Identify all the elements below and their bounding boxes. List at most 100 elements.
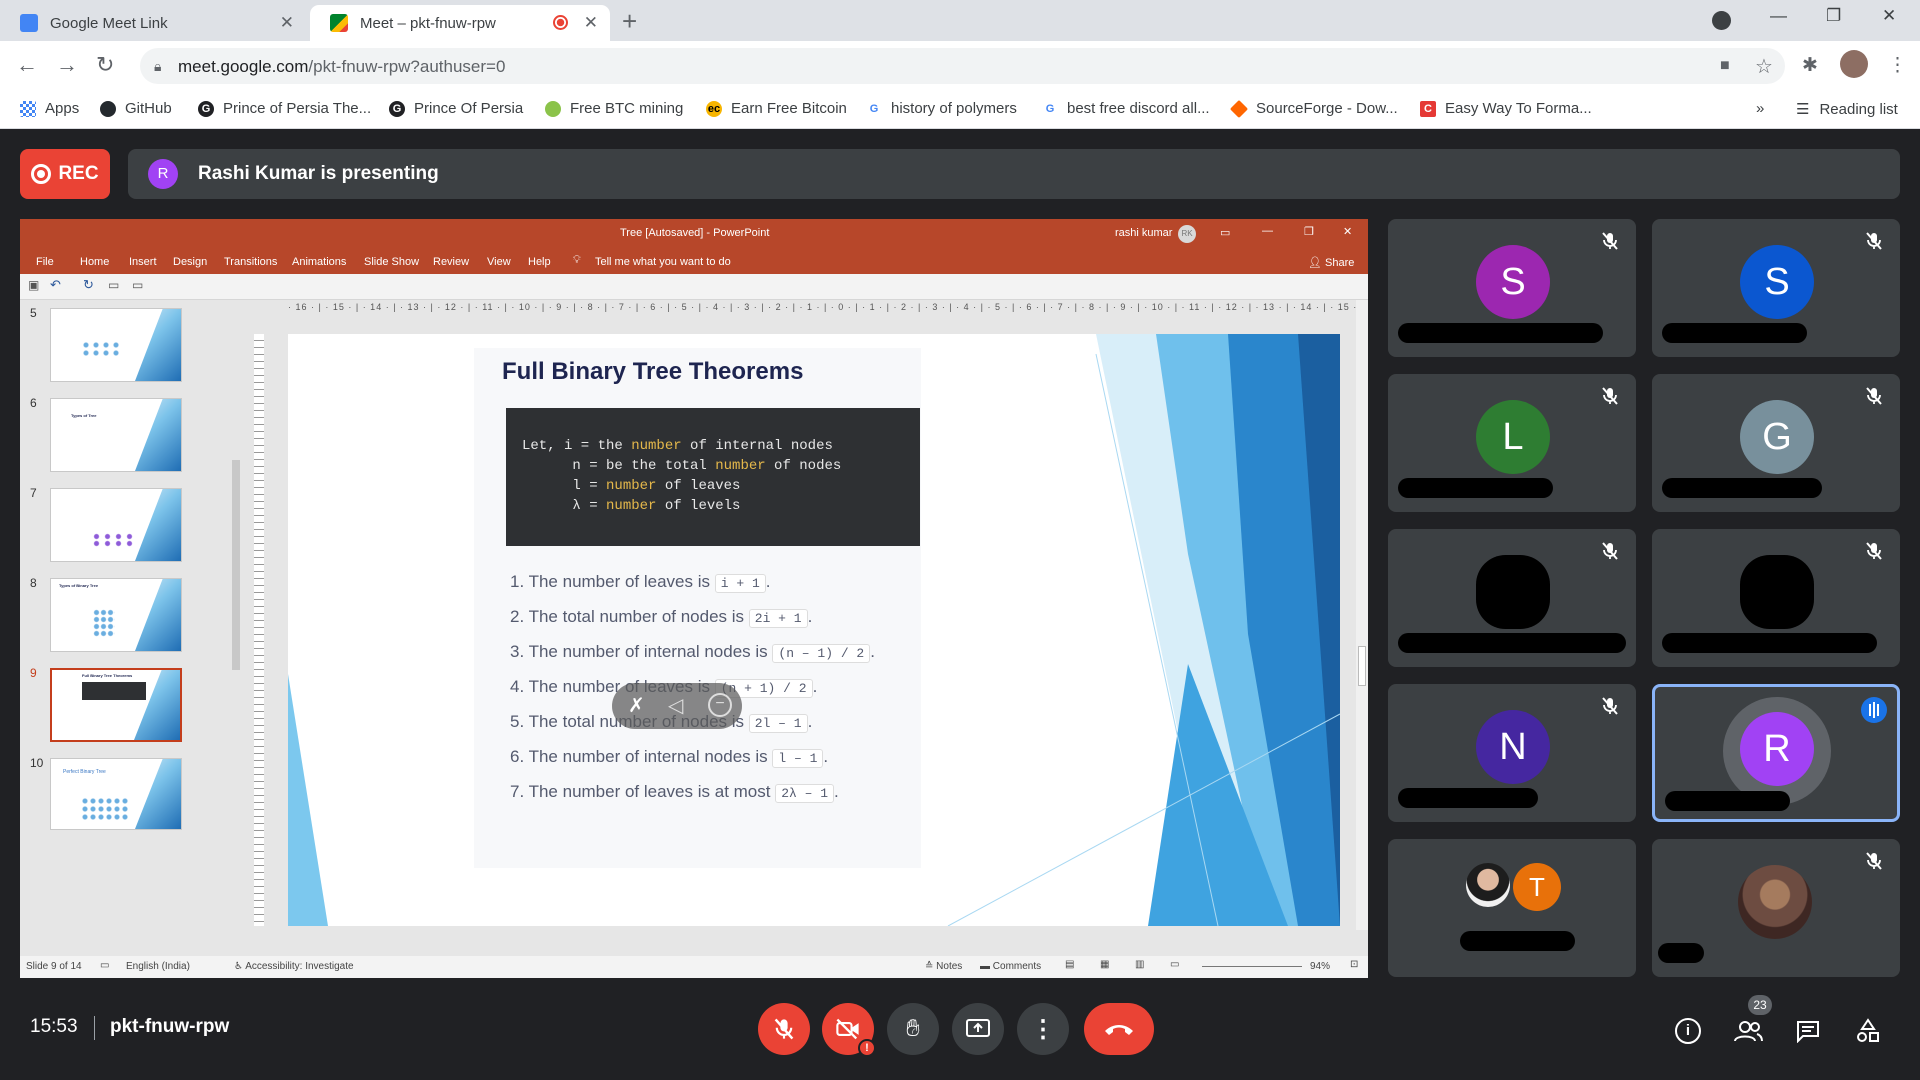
reload-icon[interactable]: ↻ (96, 52, 114, 78)
activities-button[interactable] (1852, 1015, 1884, 1047)
reading-list-button[interactable]: ☰ Reading list (1796, 100, 1898, 119)
bookmark-apps[interactable]: Apps (20, 100, 79, 117)
scroll-thumb[interactable] (1358, 646, 1366, 686)
thumb-number: 5 (30, 306, 37, 320)
ribbon-tab-view[interactable]: View (487, 256, 511, 268)
tab-google-meet-link[interactable]: Google Meet Link ✕ (0, 5, 306, 41)
spellcheck-icon[interactable]: ▭ (100, 960, 109, 971)
bookmark-easy-way-to-format[interactable]: C Easy Way To Forma... (1420, 100, 1592, 117)
chat-button[interactable] (1792, 1015, 1824, 1047)
meeting-details-button[interactable]: i (1672, 1015, 1704, 1047)
ppt-minimize-icon[interactable]: — (1262, 225, 1273, 237)
save-icon[interactable]: ▣ (28, 278, 39, 292)
ribbon-tab-insert[interactable]: Insert (129, 256, 157, 268)
ppt-close-icon[interactable]: ✕ (1343, 225, 1352, 238)
new-tab-button[interactable]: + (622, 6, 637, 37)
participant-tile[interactable] (1652, 839, 1900, 977)
participant-tile[interactable]: S (1388, 219, 1636, 357)
bookmark-best-free-discord[interactable]: Gbest free discord all... (1042, 100, 1210, 117)
ribbon-tab-transitions[interactable]: Transitions (224, 256, 277, 268)
zoom-slider[interactable] (1202, 966, 1302, 967)
participant-tile-speaking[interactable]: R (1652, 684, 1900, 822)
participant-tile[interactable] (1652, 529, 1900, 667)
ppt-restore-icon[interactable]: ❐ (1304, 225, 1314, 238)
slide-thumbnail-10[interactable]: Perfect Binary Tree (50, 758, 182, 830)
show-everyone-button[interactable] (1732, 1015, 1764, 1047)
camera-icon[interactable]: ■ (1720, 57, 1730, 75)
close-tab-icon[interactable]: ✕ (280, 13, 294, 33)
toggle-mic-button[interactable] (758, 1003, 810, 1055)
profile-avatar[interactable] (1840, 50, 1868, 78)
slide-thumbnail-9-selected[interactable]: Full Binary Tree Theorems (50, 668, 182, 742)
participant-tile[interactable]: G (1652, 374, 1900, 512)
fit-slide-icon[interactable]: ⊡ (1350, 959, 1358, 970)
tell-me-search[interactable]: Tell me what you want to do (595, 256, 731, 268)
participant-tile[interactable]: L (1388, 374, 1636, 512)
extensions-icon[interactable]: ✱ (1802, 54, 1818, 77)
remove-icon[interactable]: − (708, 693, 732, 717)
forward-icon[interactable]: → (56, 52, 78, 78)
tab-meet[interactable]: Meet – pkt-fnuw-rpw ✕ (310, 5, 610, 41)
maximize-icon[interactable]: ❐ (1826, 6, 1841, 26)
slide-thumbnail-7[interactable] (50, 488, 182, 562)
redo-icon[interactable]: ↻ (83, 277, 94, 293)
participant-tile[interactable] (1388, 529, 1636, 667)
ribbon-tab-design[interactable]: Design (173, 256, 207, 268)
vertical-scrollbar[interactable] (1356, 300, 1368, 930)
close-tab-icon[interactable]: ✕ (584, 13, 598, 33)
ribbon-tab-help[interactable]: Help (528, 256, 551, 268)
ribbon-tab-review[interactable]: Review (433, 256, 469, 268)
bookmark-star-icon[interactable]: ☆ (1755, 54, 1773, 79)
camera-warning-badge: ! (858, 1039, 876, 1057)
slide-thumbnail-5[interactable] (50, 308, 182, 382)
undo-icon[interactable]: ↶ (50, 277, 61, 293)
present-icon[interactable]: ▭ (108, 278, 119, 292)
bookmark-history-of-polymers[interactable]: Ghistory of polymers (866, 100, 1017, 117)
slide-sorter-icon[interactable]: ▦ (1100, 959, 1109, 970)
slide-thumbnail-6[interactable]: Types of Tree (50, 398, 182, 472)
accessibility-status[interactable]: ♿︎ Accessibility: Investigate (234, 961, 354, 972)
bookmark-prince-of-persia-the[interactable]: G Prince of Persia The... (198, 100, 371, 117)
slideshow-icon[interactable]: ▭ (1170, 959, 1179, 970)
more-options-button[interactable]: ⋮ (1017, 1003, 1069, 1055)
normal-view-icon[interactable]: ▤ (1065, 959, 1074, 970)
bookmark-earn-free-bitcoin[interactable]: ec Earn Free Bitcoin (706, 100, 847, 117)
zoom-level[interactable]: 94% (1310, 961, 1330, 972)
recording-badge[interactable]: REC (20, 149, 110, 199)
url-field[interactable]: 🔒︎ meet.google.com/pkt-fnuw-rpw?authuser… (140, 48, 1785, 84)
slide-thumbnail-8[interactable]: Types of Binary Tree (50, 578, 182, 652)
comments-button[interactable]: ▬ Comments (980, 961, 1041, 972)
language[interactable]: English (India) (126, 961, 190, 972)
participant-tile[interactable]: T (1388, 839, 1636, 977)
bookmark-sourceforge[interactable]: SourceForge - Dow... (1229, 99, 1398, 118)
present-screen-icon (966, 1019, 990, 1037)
reading-view-icon[interactable]: ▥ (1135, 959, 1144, 970)
tab-search-icon[interactable] (1712, 11, 1731, 30)
bookmark-github[interactable]: GitHub (100, 100, 172, 117)
volume-off-icon[interactable]: ◁ (668, 693, 683, 718)
more-bookmarks-icon[interactable]: » (1756, 100, 1764, 117)
bookmark-free-btc-mining[interactable]: Free BTC mining (545, 100, 683, 117)
present-now-button[interactable] (952, 1003, 1004, 1055)
pin-off-icon[interactable]: ✗ (628, 693, 645, 718)
thumbnail-scrollbar[interactable] (232, 460, 240, 670)
bookmark-prince-of-persia[interactable]: G Prince Of Persia (389, 100, 523, 117)
chrome-menu-icon[interactable]: ⋮ (1888, 54, 1907, 77)
ribbon-display-icon[interactable]: ▭ (1220, 226, 1230, 239)
ribbon-tab-slide-show[interactable]: Slide Show (364, 256, 419, 268)
ribbon-tab-home[interactable]: Home (80, 256, 109, 268)
share-button[interactable]: 👤︎ Share (1308, 256, 1354, 269)
ribbon-tab-animations[interactable]: Animations (292, 256, 346, 268)
back-icon[interactable]: ← (16, 52, 38, 78)
customize-toolbar-icon[interactable]: ▭ (132, 278, 143, 292)
close-window-icon[interactable]: ✕ (1882, 6, 1896, 26)
ribbon-tab-file[interactable]: File (36, 256, 54, 268)
toggle-camera-button[interactable]: ! (822, 1003, 876, 1057)
notes-button[interactable]: ≙ Notes (925, 961, 962, 972)
mic-off-icon (1866, 852, 1882, 870)
participant-tile[interactable]: N (1388, 684, 1636, 822)
minimize-icon[interactable]: — (1770, 6, 1787, 26)
raise-hand-button[interactable]: ✋︎ (887, 1003, 939, 1055)
participant-tile[interactable]: S (1652, 219, 1900, 357)
leave-call-button[interactable] (1084, 1003, 1154, 1055)
